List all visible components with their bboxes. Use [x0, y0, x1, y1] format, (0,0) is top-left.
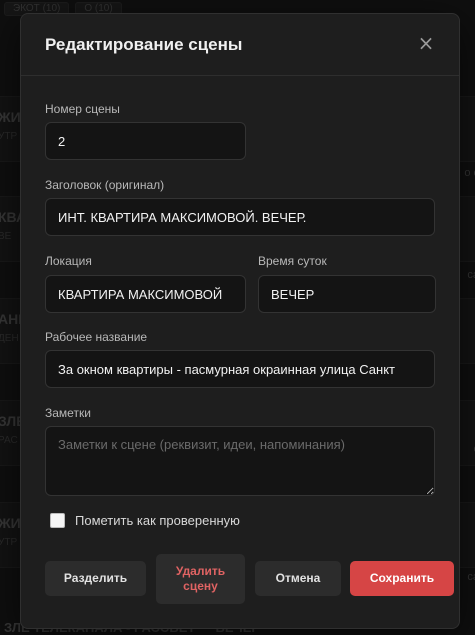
- dialog-title: Редактирование сцены: [45, 35, 243, 54]
- notes-textarea[interactable]: [45, 426, 435, 496]
- scene-number-label: Номер сцены: [45, 102, 120, 116]
- location-label: Локация: [45, 254, 92, 268]
- split-button[interactable]: Разделить: [45, 561, 146, 596]
- checked-checkbox-label: Пометить как проверенную: [75, 513, 240, 528]
- time-of-day-label: Время суток: [258, 254, 327, 268]
- heading-input[interactable]: [45, 198, 435, 236]
- save-button[interactable]: Сохранить: [350, 561, 454, 596]
- checked-checkbox[interactable]: [50, 513, 65, 528]
- checked-checkbox-row[interactable]: Пометить как проверенную: [50, 513, 240, 528]
- dialog-header: Редактирование сцены ×: [21, 14, 459, 76]
- edit-scene-dialog: Редактирование сцены × Номер сцены Загол…: [20, 13, 460, 629]
- scene-number-input[interactable]: [45, 122, 246, 160]
- close-icon[interactable]: ×: [417, 33, 435, 53]
- time-of-day-input[interactable]: [258, 275, 436, 313]
- notes-label: Заметки: [45, 406, 91, 420]
- working-title-label: Рабочее название: [45, 330, 148, 344]
- working-title-input[interactable]: [45, 350, 435, 388]
- location-input[interactable]: [45, 275, 246, 313]
- heading-label: Заголовок (оригинал): [45, 178, 165, 192]
- cancel-button[interactable]: Отмена: [255, 561, 341, 596]
- delete-scene-button[interactable]: Удалить сцену: [156, 554, 245, 604]
